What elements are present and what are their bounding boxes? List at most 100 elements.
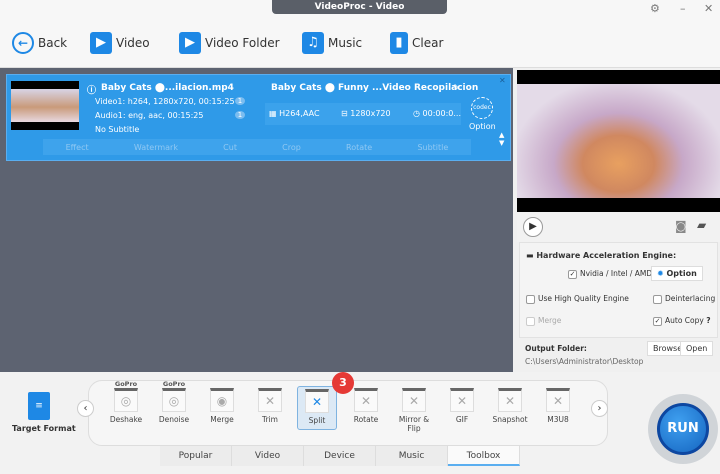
resolution-info: ⊟ 1280x720 xyxy=(341,109,391,118)
add-video-folder-button[interactable]: ▶ Video Folder xyxy=(179,32,280,54)
subtitle-button[interactable]: Subtitle xyxy=(417,143,448,152)
hw-accel-title-text: Hardware Acceleration Engine: xyxy=(536,251,677,260)
subtitle-track[interactable]: No Subtitle xyxy=(95,125,139,134)
run-button[interactable]: RUN xyxy=(657,403,709,455)
video-track[interactable]: Video1: h264, 1280x720, 00:15:25 xyxy=(95,97,235,106)
tab-video[interactable]: Video xyxy=(232,446,304,466)
video-thumbnail[interactable] xyxy=(11,81,79,130)
folder-add-icon: ▶ xyxy=(179,32,201,54)
merge-checkbox[interactable]: Merge xyxy=(526,316,561,326)
codec-gear-icon[interactable]: codec xyxy=(471,97,493,119)
target-format-icon[interactable]: ≡ xyxy=(28,392,50,420)
split-tools-icon: ✕ xyxy=(305,389,329,413)
tool-mirror-flip[interactable]: ✕ Mirror & Flip xyxy=(394,388,434,433)
snapshot-tools-icon: ✕ xyxy=(498,388,522,412)
kittens-image xyxy=(11,89,79,122)
high-quality-checkbox[interactable]: Use High Quality Engine xyxy=(526,294,629,304)
tool-label: Mirror & Flip xyxy=(398,415,430,433)
minimize-button[interactable]: – xyxy=(680,2,686,15)
film-icon: ▦ xyxy=(269,109,280,118)
video-folder-label: Video Folder xyxy=(205,36,280,50)
tool-label: Trim xyxy=(262,415,278,424)
nvidia-label: Nvidia / Intel / AMD xyxy=(580,269,653,278)
merge-label: Merge xyxy=(538,316,562,325)
settings-gear-icon[interactable]: ⚙ xyxy=(650,2,660,15)
trash-icon: ▮ xyxy=(390,32,408,54)
codec-value: H264,AAC xyxy=(279,109,320,118)
tab-device[interactable]: Device xyxy=(304,446,376,466)
auto-copy-label: Auto Copy xyxy=(665,316,704,325)
add-music-button[interactable]: ♫ Music xyxy=(302,32,362,54)
merge-icon: ◉ xyxy=(210,388,234,412)
video-item-card[interactable]: ⓘ Baby Cats ⬤...ilacion.mp4 Video1: h264… xyxy=(6,74,511,161)
hw-option-label: Option xyxy=(666,269,697,278)
tool-denoise[interactable]: GoPro ◎ Denoise xyxy=(154,381,194,425)
snapshot-camera-icon[interactable]: ◙ xyxy=(675,219,687,233)
tool-rotate[interactable]: ✕ Rotate xyxy=(346,388,386,424)
output-filename[interactable]: Baby Cats ⬤ Funny ...Video Recopilacion xyxy=(271,83,478,93)
auto-copy-checkbox[interactable]: ✓ Auto Copy ? xyxy=(653,316,711,326)
tab-toolbox[interactable]: Toolbox xyxy=(448,446,520,466)
info-icon[interactable]: ⓘ xyxy=(87,83,96,96)
deinterlacing-label: Deinterlacing xyxy=(665,294,716,303)
gif-tools-icon: ✕ xyxy=(450,388,474,412)
codec-option-button[interactable]: Option xyxy=(469,122,496,131)
audio-track[interactable]: Audio1: eng, aac, 00:15:25 xyxy=(95,111,203,120)
tool-m3u8[interactable]: ✕ M3U8 xyxy=(538,388,578,424)
audio-track-count[interactable]: 1 xyxy=(235,111,245,119)
output-folder-label: Output Folder: xyxy=(525,344,587,353)
add-video-button[interactable]: ▶ Video xyxy=(90,32,150,54)
tool-label: Rotate xyxy=(353,415,379,424)
crop-button[interactable]: Crop xyxy=(282,143,301,152)
codec-info: ▦ H264,AAC xyxy=(269,109,320,118)
edit-pencil-icon[interactable]: ✎ xyxy=(453,83,460,92)
output-path[interactable]: C:\Users\Administrator\Desktop xyxy=(525,357,643,366)
back-button[interactable]: ← Back xyxy=(12,32,67,54)
tool-trim[interactable]: ✕ Trim xyxy=(250,388,290,424)
play-button[interactable]: ▶ xyxy=(523,217,543,237)
hw-option-button[interactable]: ✹ Option xyxy=(651,266,703,281)
clear-button[interactable]: ▮ Clear xyxy=(390,32,443,54)
tab-music[interactable]: Music xyxy=(376,446,448,466)
tool-label: Split xyxy=(308,416,326,425)
video-preview xyxy=(517,70,720,212)
video-label: Video xyxy=(116,36,150,50)
gopro-denoise-icon: ◎ xyxy=(162,388,186,412)
tool-label: GIF xyxy=(455,415,469,424)
remove-item-icon[interactable]: ✕ xyxy=(499,76,506,85)
tab-popular[interactable]: Popular xyxy=(160,446,232,466)
deinterlacing-checkbox[interactable]: Deinterlacing xyxy=(653,294,715,304)
tool-split[interactable]: ✕ Split xyxy=(297,386,337,430)
effect-button[interactable]: Effect xyxy=(66,143,89,152)
target-format-label[interactable]: Target Format xyxy=(12,424,76,433)
cut-button[interactable]: Cut xyxy=(223,143,237,152)
clear-label: Clear xyxy=(412,36,444,50)
open-button[interactable]: Open xyxy=(680,341,714,356)
gopro-logo: GoPro xyxy=(114,380,138,388)
tool-snapshot[interactable]: ✕ Snapshot xyxy=(490,388,530,424)
nvidia-checkbox[interactable]: ✓ Nvidia / Intel / AMD xyxy=(568,269,652,279)
duration-info: ◷ 00:00:0... xyxy=(413,109,461,118)
rotate-tools-icon: ✕ xyxy=(354,388,378,412)
help-icon[interactable]: ? xyxy=(706,316,710,325)
close-button[interactable]: ✕ xyxy=(704,2,713,15)
watermark-button[interactable]: Watermark xyxy=(134,143,178,152)
preview-controls: ▶ ◙ ▰ xyxy=(517,212,720,242)
high-quality-label: Use High Quality Engine xyxy=(538,294,629,303)
back-arrow-icon: ← xyxy=(12,32,34,54)
move-up-down-icon[interactable]: ▲ ▼ xyxy=(499,131,504,147)
open-folder-icon[interactable]: ▰ xyxy=(697,218,706,232)
chip-icon: ▬ xyxy=(526,251,537,260)
video-track-count[interactable]: 1 xyxy=(235,97,245,105)
tool-deshake[interactable]: GoPro ◎ Deshake xyxy=(106,381,146,425)
gopro-logo: GoPro xyxy=(162,380,186,388)
tool-merge[interactable]: ◉ Merge xyxy=(202,388,242,424)
tool-gif[interactable]: ✕ GIF xyxy=(442,388,482,424)
gopro-deshake-icon: ◎ xyxy=(114,388,138,412)
scroll-right-button[interactable]: › xyxy=(591,400,608,417)
source-filename: Baby Cats ⬤...ilacion.mp4 xyxy=(101,83,234,93)
step-badge: 3 xyxy=(332,372,354,394)
rotate-button[interactable]: Rotate xyxy=(346,143,372,152)
resolution-icon: ⊟ xyxy=(341,109,351,118)
scroll-left-button[interactable]: ‹ xyxy=(77,400,94,417)
